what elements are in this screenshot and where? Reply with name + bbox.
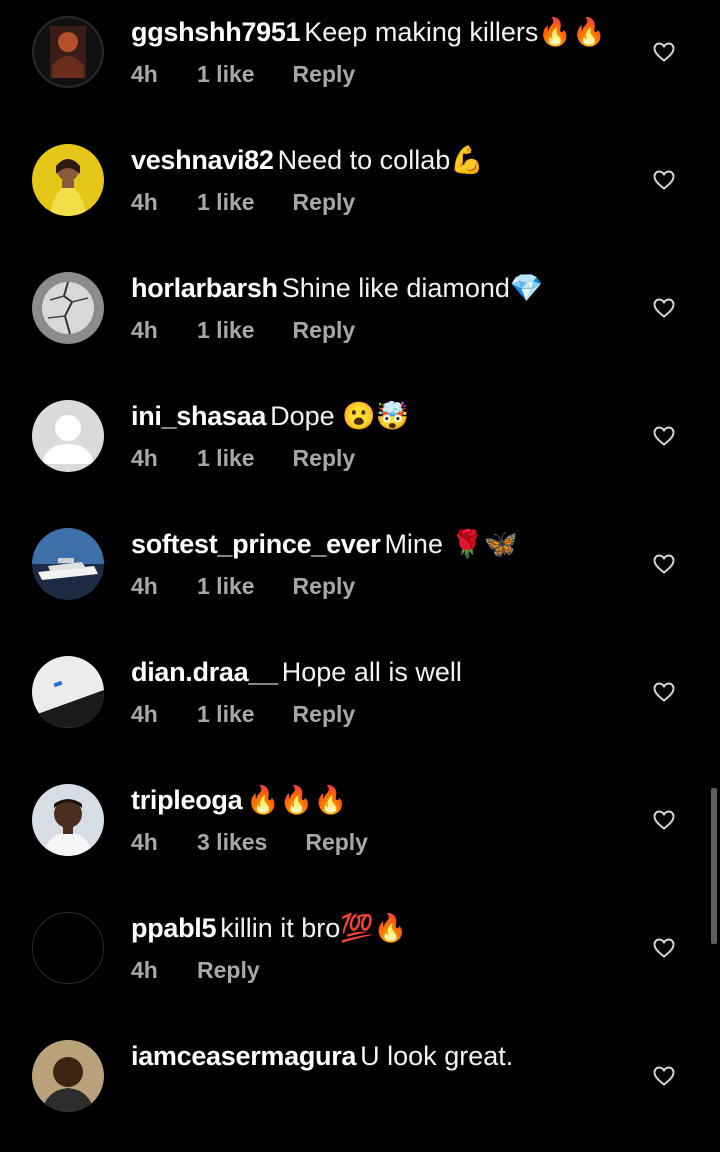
comment-body: softest_prince_ever Mine 🌹🦋 4h 1 like Reply [131,526,631,601]
comment-line: veshnavi82 Need to collab💪 [131,142,631,178]
comment-meta: 4h Reply [131,955,631,985]
comment-likes[interactable]: 1 like [197,571,255,601]
avatar[interactable] [32,400,104,472]
comment-body: ppabl5 killin it bro💯🔥 4h Reply [131,910,631,985]
heart-outline-icon[interactable] [652,680,676,704]
reply-button[interactable]: Reply [293,699,356,729]
comment-body: ggshshh7951 Keep making killers🔥🔥 4h 1 lik… [131,14,631,89]
comment-body: iamceasermagura U look great. [131,1038,631,1074]
comment-username[interactable]: horlarbarsh [131,273,278,303]
comment-text: Hope all is well [281,657,462,687]
comments-list[interactable]: ggshshh7951 Keep making killers🔥🔥 4h 1 lik… [0,0,720,1112]
comment-likes[interactable]: 1 like [197,315,255,345]
avatar[interactable] [32,16,104,88]
comment-meta: 4h 1 like Reply [131,187,631,217]
comment-meta: 4h 3 likes Reply [131,827,631,857]
heart-outline-icon[interactable] [652,168,676,192]
comment-username[interactable]: dian.draa__ [131,657,278,687]
comment-likes[interactable]: 1 like [197,59,255,89]
comment-username[interactable]: iamceasermagura [131,1041,356,1071]
avatar[interactable] [32,144,104,216]
comment-username[interactable]: ggshshh7951 [131,17,301,47]
scrollbar-thumb[interactable] [711,788,717,944]
comment-time: 4h [131,573,158,599]
comment-item: tripleoga 🔥🔥🔥 4h 3 likes Reply [0,768,720,896]
comment-line: horlarbarsh Shine like diamond💎 [131,270,631,306]
avatar[interactable] [32,912,104,984]
comment-text: 🔥🔥🔥 [246,785,348,815]
comment-username[interactable]: ppabl5 [131,913,217,943]
comment-text: Shine like diamond💎 [281,273,544,303]
comment-likes[interactable]: 1 like [197,699,255,729]
avatar[interactable] [32,784,104,856]
comment-time: 4h [131,445,158,471]
comment-item: dian.draa__ Hope all is well 4h 1 like Repl… [0,640,720,768]
comment-text: U look great. [360,1041,514,1071]
heart-outline-icon[interactable] [652,1064,676,1088]
heart-outline-icon[interactable] [652,40,676,64]
comment-item: ppabl5 killin it bro💯🔥 4h Reply [0,896,720,1024]
comment-likes[interactable]: 1 like [197,187,255,217]
comment-body: ini_shasaa Dope 😮🤯 4h 1 like Reply [131,398,631,473]
heart-outline-icon[interactable] [652,808,676,832]
reply-button[interactable]: Reply [293,443,356,473]
reply-button[interactable]: Reply [293,187,356,217]
comment-item: veshnavi82 Need to collab💪 4h 1 like Reply [0,128,720,256]
comment-username[interactable]: ini_shasaa [131,401,266,431]
avatar[interactable] [32,528,104,600]
comment-text: killin it bro💯🔥 [220,913,408,943]
comment-time: 4h [131,829,158,855]
comment-item: softest_prince_ever Mine 🌹🦋 4h 1 like Reply [0,512,720,640]
comment-line: softest_prince_ever Mine 🌹🦋 [131,526,631,562]
comment-line: ini_shasaa Dope 😮🤯 [131,398,631,434]
comment-line: dian.draa__ Hope all is well [131,654,631,690]
comment-item: ggshshh7951 Keep making killers🔥🔥 4h 1 lik… [0,0,720,128]
heart-outline-icon[interactable] [652,424,676,448]
comment-username[interactable]: softest_prince_ever [131,529,381,559]
comment-meta: 4h 1 like Reply [131,571,631,601]
comment-item: ini_shasaa Dope 😮🤯 4h 1 like Reply [0,384,720,512]
comment-text: Keep making killers🔥🔥 [304,17,606,47]
comment-line: ggshshh7951 Keep making killers🔥🔥 [131,14,631,50]
comment-line: tripleoga 🔥🔥🔥 [131,782,631,818]
reply-button[interactable]: Reply [305,827,368,857]
avatar[interactable] [32,656,104,728]
heart-outline-icon[interactable] [652,296,676,320]
reply-button[interactable]: Reply [293,315,356,345]
comment-likes[interactable]: 3 likes [197,827,267,857]
comment-time: 4h [131,61,158,87]
comment-body: dian.draa__ Hope all is well 4h 1 like Repl… [131,654,631,729]
heart-outline-icon[interactable] [652,552,676,576]
comment-text: Mine 🌹🦋 [384,529,518,559]
comment-time: 4h [131,317,158,343]
heart-outline-icon[interactable] [652,936,676,960]
comment-body: horlarbarsh Shine like diamond💎 4h 1 like R… [131,270,631,345]
comment-body: tripleoga 🔥🔥🔥 4h 3 likes Reply [131,782,631,857]
comment-item: horlarbarsh Shine like diamond💎 4h 1 like R… [0,256,720,384]
reply-button[interactable]: Reply [293,59,356,89]
comment-line: ppabl5 killin it bro💯🔥 [131,910,631,946]
comment-meta: 4h 1 like Reply [131,443,631,473]
comment-text: Need to collab💪 [277,145,484,175]
comment-likes[interactable]: 1 like [197,443,255,473]
comment-time: 4h [131,189,158,215]
comment-meta: 4h 1 like Reply [131,699,631,729]
reply-button[interactable]: Reply [197,955,260,985]
comment-item: iamceasermagura U look great. [0,1024,720,1152]
comment-text: Dope 😮🤯 [270,401,410,431]
avatar[interactable] [32,1040,104,1112]
comment-username[interactable]: veshnavi82 [131,145,274,175]
avatar[interactable] [32,272,104,344]
comment-body: veshnavi82 Need to collab💪 4h 1 like Reply [131,142,631,217]
comment-meta: 4h 1 like Reply [131,59,631,89]
comment-time: 4h [131,957,158,983]
comment-time: 4h [131,701,158,727]
comment-line: iamceasermagura U look great. [131,1038,631,1074]
comment-meta: 4h 1 like Reply [131,315,631,345]
reply-button[interactable]: Reply [293,571,356,601]
comment-username[interactable]: tripleoga [131,785,243,815]
